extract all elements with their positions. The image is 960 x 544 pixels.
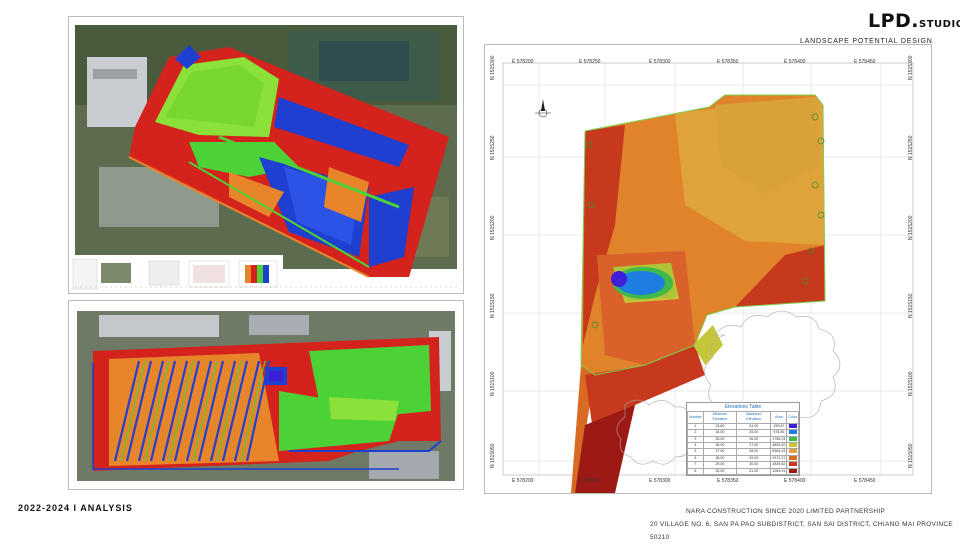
coord-label: E 578350 (717, 478, 739, 484)
brand-logo: LPD.STUDIO (868, 10, 960, 32)
col-header: Maximum Elevation (736, 411, 772, 424)
coord-label: E 578300 (649, 478, 671, 484)
analysis-sheet-top (68, 16, 464, 294)
table-cell: 8 (687, 467, 704, 476)
coord-top-row: E 578200 E 578250 E 578300 E 578350 E 57… (484, 59, 930, 67)
table-cell: 31.00 (736, 467, 772, 476)
color-swatch (788, 430, 797, 435)
color-swatch (788, 462, 797, 467)
table-row: 8 30.00 31.00 1054.91 (687, 467, 799, 476)
coord-label: E 578300 (649, 59, 671, 65)
col-header: Area (770, 411, 788, 424)
table-cell: 8364.43 (770, 448, 788, 456)
color-swatch (788, 468, 797, 473)
coord-label: N 1515050 (490, 443, 496, 468)
coord-label: N 1515050 (908, 443, 914, 468)
table-cell: 2839.62 (770, 461, 788, 469)
col-header: Minimum Elevation (702, 411, 738, 424)
table-cell: 9371.37 (770, 454, 788, 463)
brand-name: LPD. (868, 10, 920, 32)
coord-label: N 1515150 (908, 293, 914, 318)
coord-label: E 578400 (784, 478, 806, 484)
color-swatch (788, 455, 797, 460)
brand-suffix: STUDIO (919, 19, 960, 30)
table-cell: 30.00 (702, 467, 738, 476)
col-header: Color (786, 411, 799, 424)
coord-label: E 578250 (579, 478, 601, 484)
coord-label: N 1515150 (490, 293, 496, 318)
aerial-slope-map-bottom (77, 311, 455, 481)
aerial-slope-map-top (69, 25, 457, 293)
coord-label: E 578400 (784, 59, 806, 65)
color-swatch (788, 423, 797, 428)
coord-label: N 1515200 (490, 215, 496, 240)
coord-label: N 1515100 (490, 371, 496, 396)
coord-label: E 578250 (579, 59, 601, 65)
coord-label: N 1515250 (908, 135, 914, 160)
coord-label: E 578200 (512, 59, 534, 65)
elevations-table-body: 1 23.60 24.00 159.87 2 24.00 25.00 978.56 3 25.00… (687, 422, 799, 476)
table-cell: 1785.24 (770, 435, 788, 444)
coord-label: N 1515300 (908, 55, 914, 80)
coord-bottom-row: E 578200 E 578250 E 578300 E 578350 E 57… (484, 478, 930, 486)
table-cell-color (786, 467, 799, 476)
coord-left-col: N 1515300 N 1515250 N 1515200 N 1515150 … (490, 56, 500, 480)
coord-right-col: N 1515300 N 1515250 N 1515200 N 1515150 … (908, 56, 918, 480)
analysis-sheet-bottom (68, 300, 464, 490)
coord-label: E 578450 (854, 59, 876, 65)
coord-label: N 1515200 (908, 215, 914, 240)
coord-label: N 1515300 (490, 55, 496, 80)
company-address: 20 VILLAGE NO. 6, SAN PA PAO SUBDISTRICT… (650, 521, 954, 541)
coord-label: N 1515250 (490, 135, 496, 160)
color-swatch (788, 449, 797, 454)
coord-label: E 578350 (717, 59, 739, 65)
coord-label: E 578450 (854, 478, 876, 484)
elevations-table: Elevations Table Number Minimum Elevatio… (686, 402, 800, 477)
company-name: NARA CONSTRUCTION SINCE 2020 LIMITED PAR… (686, 508, 886, 515)
section-label: 2022-2024 I ANALYSIS (18, 503, 133, 513)
table-cell: 1054.91 (770, 467, 788, 476)
elevations-table-title: Elevations Table (724, 404, 762, 410)
color-swatch (788, 443, 797, 448)
coord-label: N 1515100 (908, 371, 914, 396)
color-swatch (788, 436, 797, 441)
table-cell: 4893.52 (770, 441, 788, 450)
col-header: Number (687, 411, 704, 424)
coord-label: E 578200 (512, 478, 534, 484)
company-info: NARA CONSTRUCTION SINCE 2020 LIMITED PAR… (650, 505, 960, 544)
